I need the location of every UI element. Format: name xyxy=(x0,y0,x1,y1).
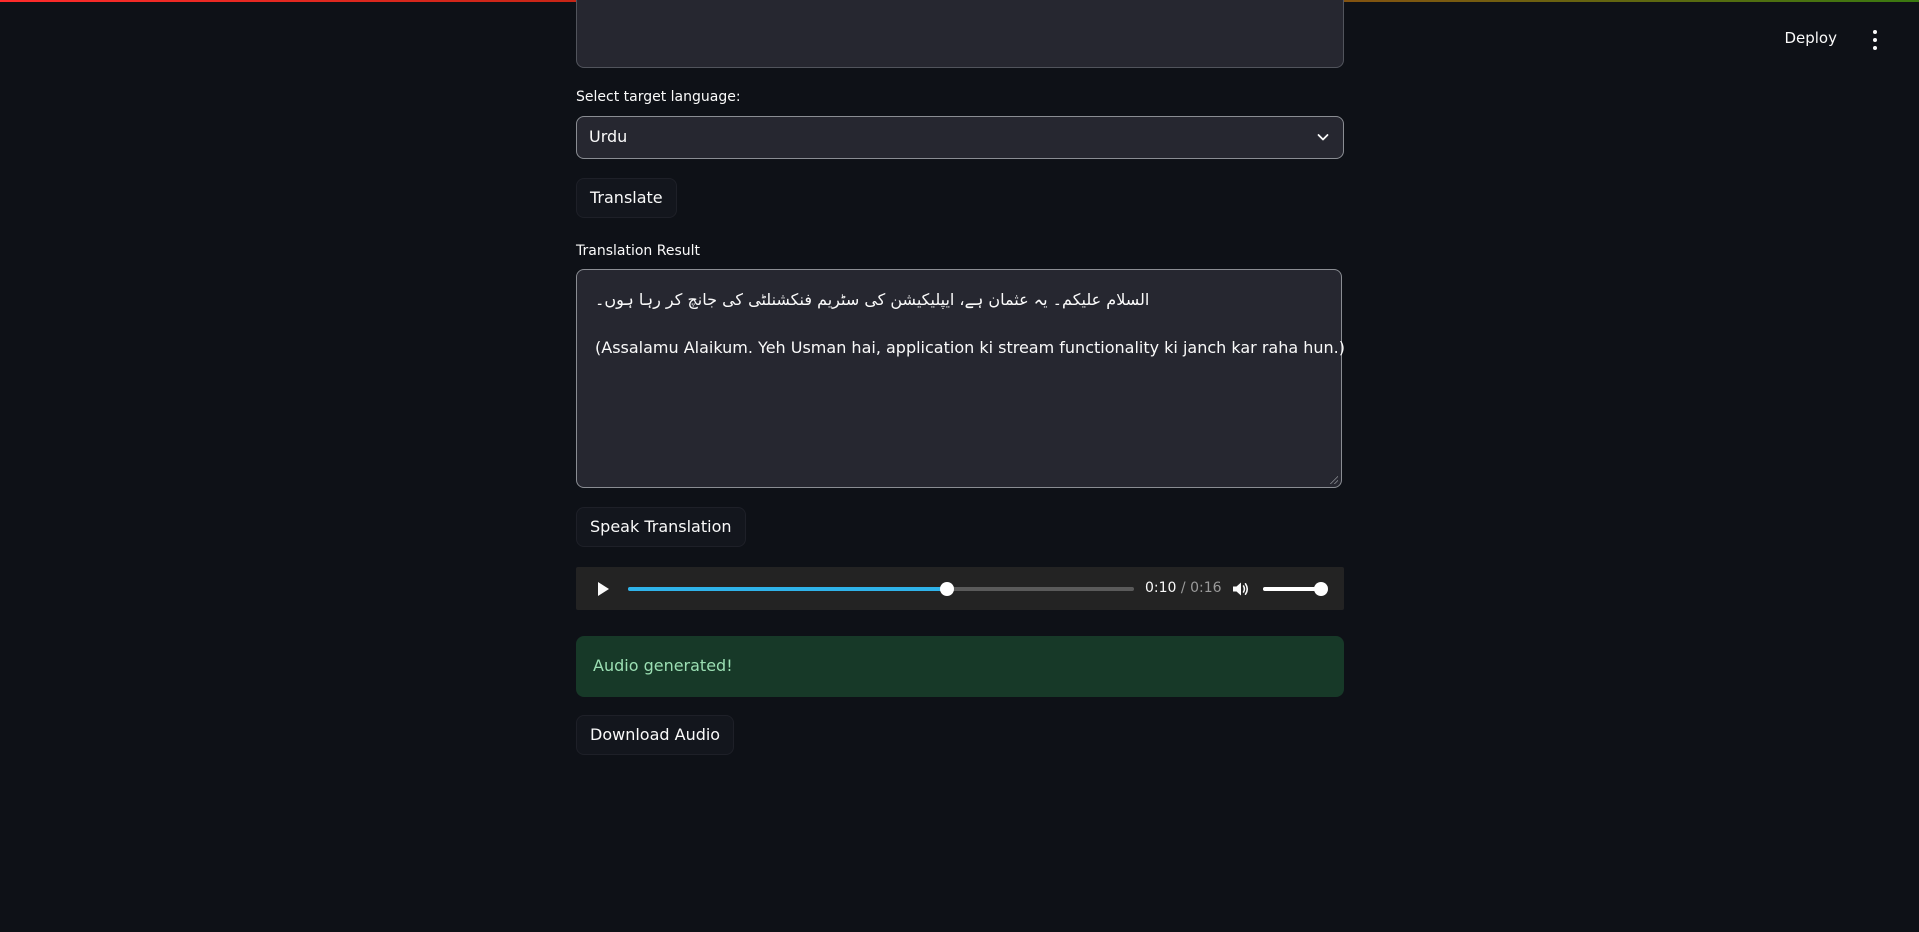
download-audio-button[interactable]: Download Audio xyxy=(576,715,735,755)
translate-button[interactable]: Translate xyxy=(576,178,677,218)
time-separator: / xyxy=(1176,580,1191,596)
translation-roman-text: (Assalamu Alaikum. Yeh Usman hai, applic… xyxy=(595,338,1345,357)
kebab-menu-icon[interactable] xyxy=(1869,28,1881,52)
current-time: 0:10 xyxy=(1145,580,1177,596)
success-alert: Audio generated! xyxy=(576,636,1344,697)
deploy-button[interactable]: Deploy xyxy=(1784,29,1837,47)
chevron-down-icon xyxy=(1317,134,1329,141)
translation-urdu-text: السلام علیکم۔ یہ عثمان ہے، ایپلیکیشن کی … xyxy=(595,290,1150,309)
volume-level xyxy=(1263,587,1321,591)
time-display: 0:10 / 0:16 xyxy=(1145,580,1222,596)
target-language-select[interactable]: Urdu xyxy=(576,116,1344,159)
target-language-label: Select target language: xyxy=(576,89,741,105)
volume-icon[interactable] xyxy=(1230,579,1250,599)
translation-result-textarea[interactable]: السلام علیکم۔ یہ عثمان ہے، ایپلیکیشن کی … xyxy=(576,269,1345,488)
seek-slider[interactable] xyxy=(628,582,1134,596)
source-text-input[interactable] xyxy=(576,0,1344,68)
resize-handle[interactable] xyxy=(1330,476,1338,484)
volume-slider[interactable] xyxy=(1263,582,1328,596)
duration: 0:16 xyxy=(1190,580,1222,596)
play-icon[interactable] xyxy=(594,580,612,598)
audio-player: 0:10 / 0:16 xyxy=(576,567,1344,610)
success-message: Audio generated! xyxy=(593,656,733,675)
target-language-value: Urdu xyxy=(589,127,628,146)
seek-progress xyxy=(628,587,947,591)
volume-thumb[interactable] xyxy=(1314,582,1328,596)
seek-thumb[interactable] xyxy=(939,582,954,596)
translation-result-label: Translation Result xyxy=(576,243,700,259)
speak-translation-button[interactable]: Speak Translation xyxy=(576,507,746,547)
